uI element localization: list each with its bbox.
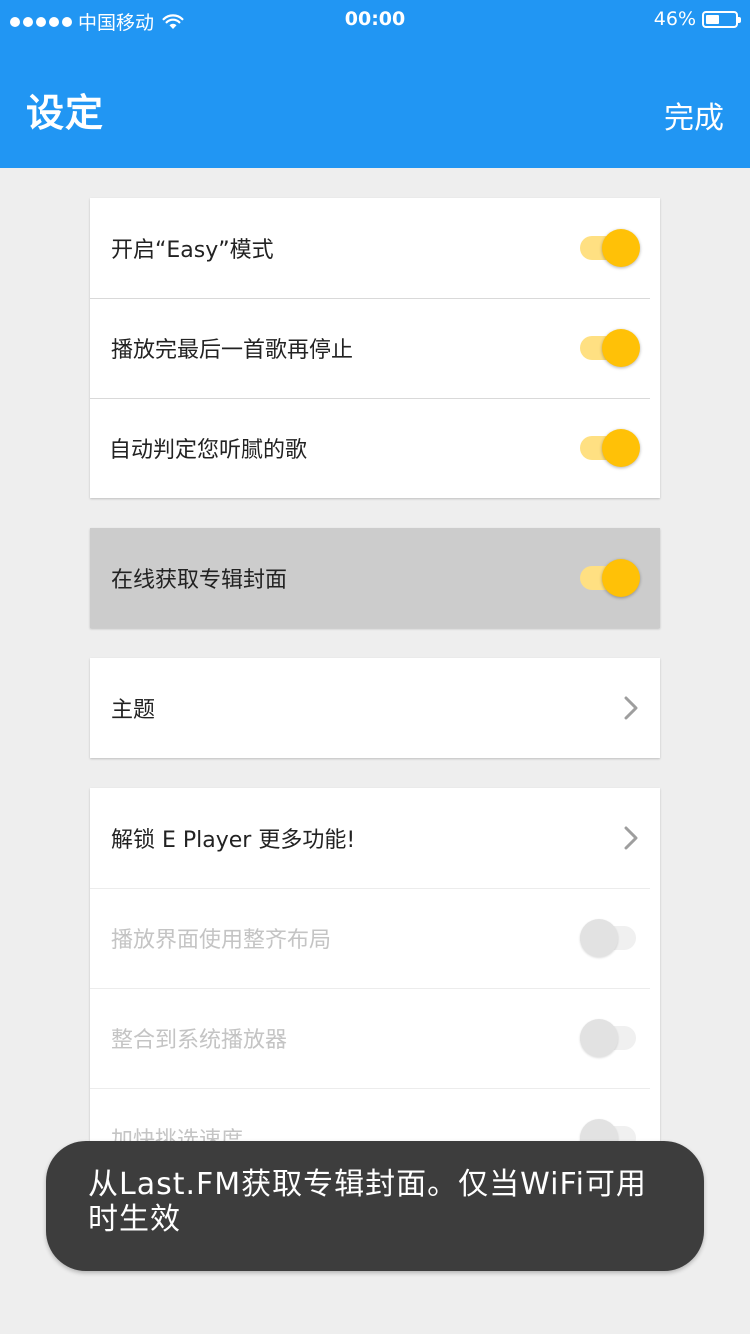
- setting-label: 解锁 E Player 更多功能!: [111, 828, 356, 853]
- page-title: 设定: [26, 91, 105, 135]
- setting-row-neat-layout[interactable]: 播放界面使用整齐布局: [90, 888, 660, 988]
- toggle-knob: [602, 429, 640, 467]
- battery-percent: 46%: [653, 8, 696, 30]
- setting-label: 播放完最后一首歌再停止: [111, 338, 354, 363]
- toggle-knob: [602, 229, 640, 267]
- setting-row-unlock-pro[interactable]: 解锁 E Player 更多功能!: [90, 788, 660, 888]
- battery-icon: [702, 10, 741, 28]
- settings-group-basic: 开启“Easy”模式 播放完最后一首歌再停止 自动判定您听腻的歌: [90, 198, 660, 498]
- status-bar-right: 46%: [653, 8, 741, 30]
- setting-row-system-player[interactable]: 整合到系统播放器: [90, 988, 660, 1088]
- toast-text: 从Last.FM获取专辑封面。仅当WiFi可用时生效: [88, 1167, 647, 1237]
- battery-level-fill: [706, 14, 719, 24]
- setting-label: 自动判定您听腻的歌: [109, 438, 308, 463]
- setting-row-online-cover[interactable]: 在线获取专辑封面: [90, 528, 660, 628]
- status-time: 00:00: [344, 8, 406, 30]
- setting-row-theme[interactable]: 主题: [90, 658, 660, 758]
- neat-layout-toggle[interactable]: [580, 918, 640, 958]
- settings-group-theme: 主题: [90, 658, 660, 758]
- setting-label: 开启“Easy”模式: [111, 238, 274, 263]
- setting-label: 在线获取专辑封面: [111, 568, 288, 593]
- online-cover-toggle[interactable]: [580, 558, 640, 598]
- setting-row-easy-mode[interactable]: 开启“Easy”模式: [90, 198, 660, 298]
- system-player-toggle[interactable]: [580, 1018, 640, 1058]
- setting-row-auto-detect-tired[interactable]: 自动判定您听腻的歌: [90, 398, 660, 498]
- stop-after-last-toggle[interactable]: [580, 328, 640, 368]
- setting-label: 主题: [111, 698, 156, 723]
- setting-row-faster-pick[interactable]: 加快挑选速度: [90, 1088, 660, 1148]
- toggle-knob: [580, 919, 618, 957]
- auto-detect-tired-toggle[interactable]: [580, 428, 640, 468]
- toggle-knob: [602, 329, 640, 367]
- app-header: 中国移动 00:00 46% 设定 完成: [0, 0, 750, 168]
- chevron-right-icon: [624, 826, 638, 850]
- settings-group-online: 在线获取专辑封面: [90, 528, 660, 628]
- settings-group-pro: 解锁 E Player 更多功能! 播放界面使用整齐布局 整合到系统播放器 加快…: [90, 788, 660, 1148]
- setting-label: 整合到系统播放器: [111, 1028, 288, 1053]
- toggle-knob: [580, 1019, 618, 1057]
- toast-message: 从Last.FM获取专辑封面。仅当WiFi可用时生效: [46, 1141, 704, 1271]
- setting-row-stop-after-last[interactable]: 播放完最后一首歌再停止: [90, 298, 660, 398]
- toggle-knob: [602, 559, 640, 597]
- easy-mode-toggle[interactable]: [580, 228, 640, 268]
- done-button[interactable]: 完成: [664, 93, 724, 137]
- chevron-right-icon: [624, 696, 638, 720]
- setting-label: 播放界面使用整齐布局: [111, 928, 332, 953]
- status-bar: 中国移动 00:00 46%: [0, 0, 750, 40]
